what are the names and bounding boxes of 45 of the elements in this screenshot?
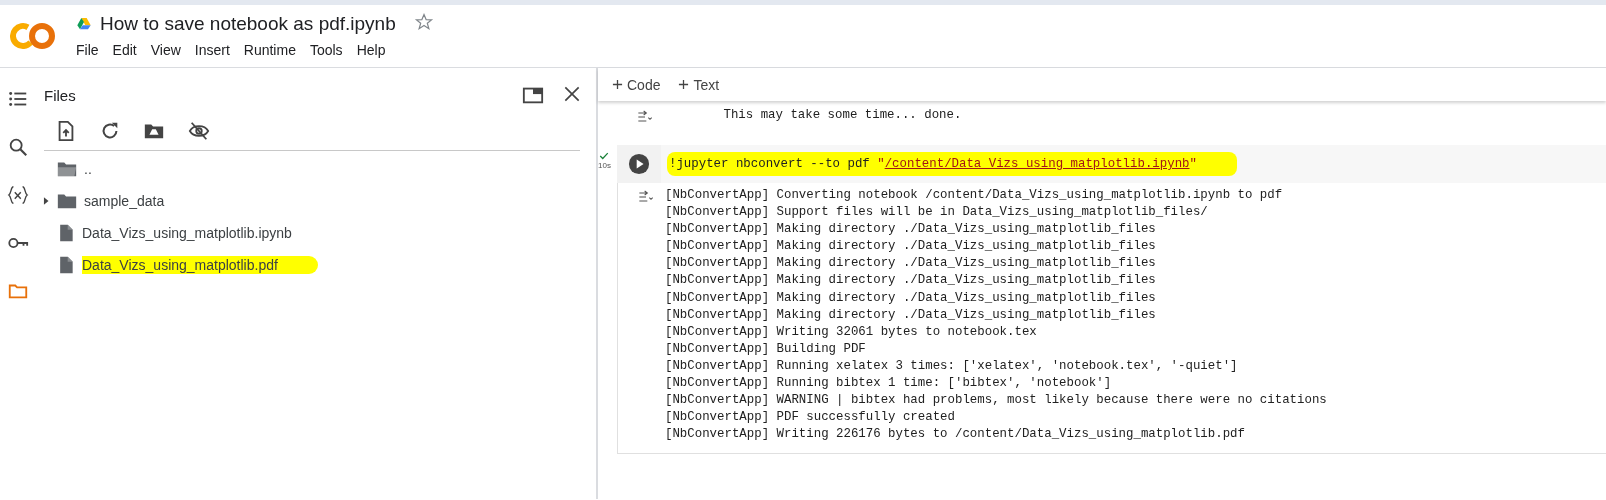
output-toggle-icon[interactable] [635, 109, 655, 125]
panel-title: Files [44, 86, 77, 104]
output-line: [NbConvertApp] Making directory ./Data_Vizs_using_matplotlib_files [665, 272, 1157, 290]
logo-icon[interactable] [10, 21, 56, 51]
close-icon[interactable] [562, 84, 582, 104]
output-line: [NbConvertApp] Making directory ./Data_Vizs_using_matplotlib_files [665, 289, 1157, 307]
file-name[interactable]: Data_Vizs_using_matplotlib.ipynb [82, 224, 292, 242]
menu-item[interactable]: Insert [188, 40, 236, 60]
output-line: [NbConvertApp] Running bibtex 1 time: ['bibtex', 'notebook'] [665, 375, 1113, 393]
menu-item[interactable]: View [144, 40, 187, 60]
output-line: [NbConvertApp] Making directory ./Data_Vizs_using_matplotlib_files [665, 255, 1157, 273]
plus-icon [612, 79, 623, 90]
output-line: [NbConvertApp] Making directory ./Data_Vizs_using_matplotlib_files [665, 221, 1157, 239]
file-name[interactable]: sample_data [84, 192, 165, 210]
output-line: [NbConvertApp] WARNING | bibtex had problems, most likely because there were no citations [665, 392, 1327, 410]
add-cell-button[interactable]: Text [672, 74, 726, 95]
drive-icon [76, 16, 92, 32]
output-line: This may take some time... done. [722, 107, 962, 124]
code-line[interactable]: !jupyter nbconvert --to pdf "/content/Data_Vizs_using_matplotlib.ipynb" [667, 152, 1237, 176]
hidden-icon[interactable] [187, 120, 211, 142]
menu-item[interactable]: Tools [303, 40, 349, 60]
menu-item[interactable]: Help [350, 40, 392, 60]
star-icon[interactable] [413, 12, 434, 32]
expand-arrow-icon[interactable] [41, 196, 51, 206]
output-line: [NbConvertApp] Making directory ./Data_Vizs_using_matplotlib_files [665, 238, 1157, 256]
run-icon[interactable] [628, 153, 650, 175]
variables-icon[interactable] [6, 184, 29, 206]
plus-icon [678, 79, 690, 90]
output-line: [NbConvertApp] PDF successfully created [665, 409, 956, 427]
add-cell-button[interactable]: Code [606, 74, 667, 95]
output-toggle-icon[interactable] [636, 189, 656, 205]
file-name[interactable]: .. [84, 160, 92, 178]
output-line: [NbConvertApp] Building PDF [665, 340, 867, 358]
menu-item[interactable]: Edit [106, 40, 143, 60]
run-time: 10s [598, 161, 611, 170]
notebook-title[interactable]: How to save notebook as pdf.ipynb [100, 13, 396, 35]
output-line: [NbConvertApp] Support files will be in Data_Vizs_using_matplotlib_files/ [665, 204, 1209, 222]
menu-item[interactable]: Runtime [237, 40, 302, 60]
output-line: [NbConvertApp] Writing 32061 bytes to notebook.tex [665, 323, 1038, 341]
output-line: [NbConvertApp] Making directory ./Data_Vizs_using_matplotlib_files [665, 306, 1157, 324]
output-line: [NbConvertApp] Writing 226176 bytes to /content/Data_Vizs_using_matplotlib.pdf [665, 426, 1246, 444]
menu-item[interactable]: File [76, 40, 105, 60]
output-line: [NbConvertApp] Converting notebook /content/Data_Vizs_using_matplotlib.ipynb to pdf [665, 187, 1284, 204]
file-name[interactable]: Data_Vizs_using_matplotlib.pdf [82, 256, 318, 274]
output-line: [NbConvertApp] Running xelatex 3 times: ['xelatex', 'notebook.tex', '-quiet'] [665, 357, 1239, 375]
